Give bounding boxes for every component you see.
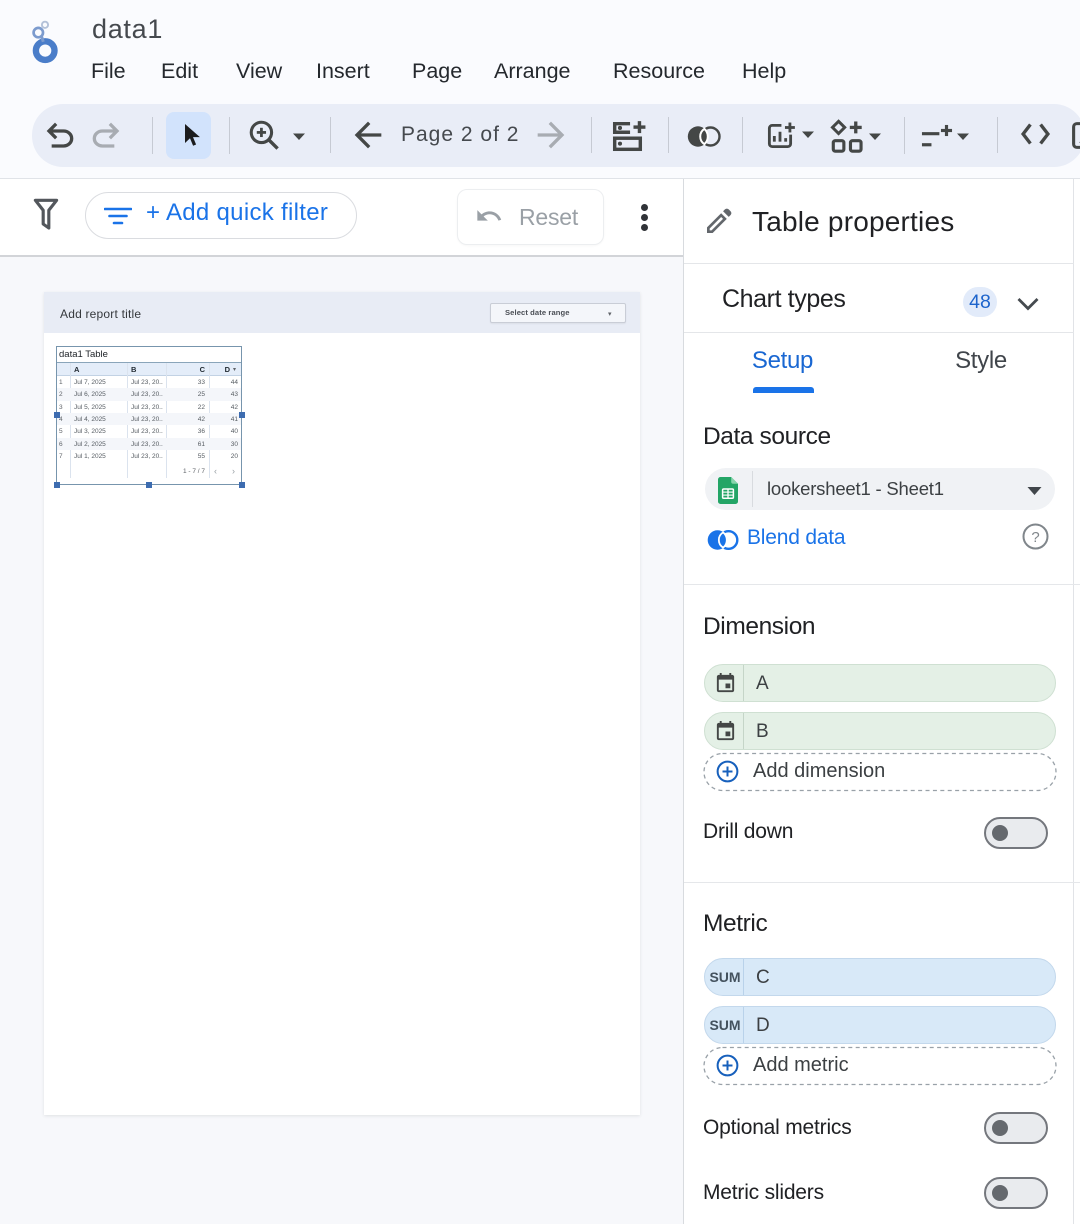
svg-text:?: ? [1031, 529, 1039, 546]
